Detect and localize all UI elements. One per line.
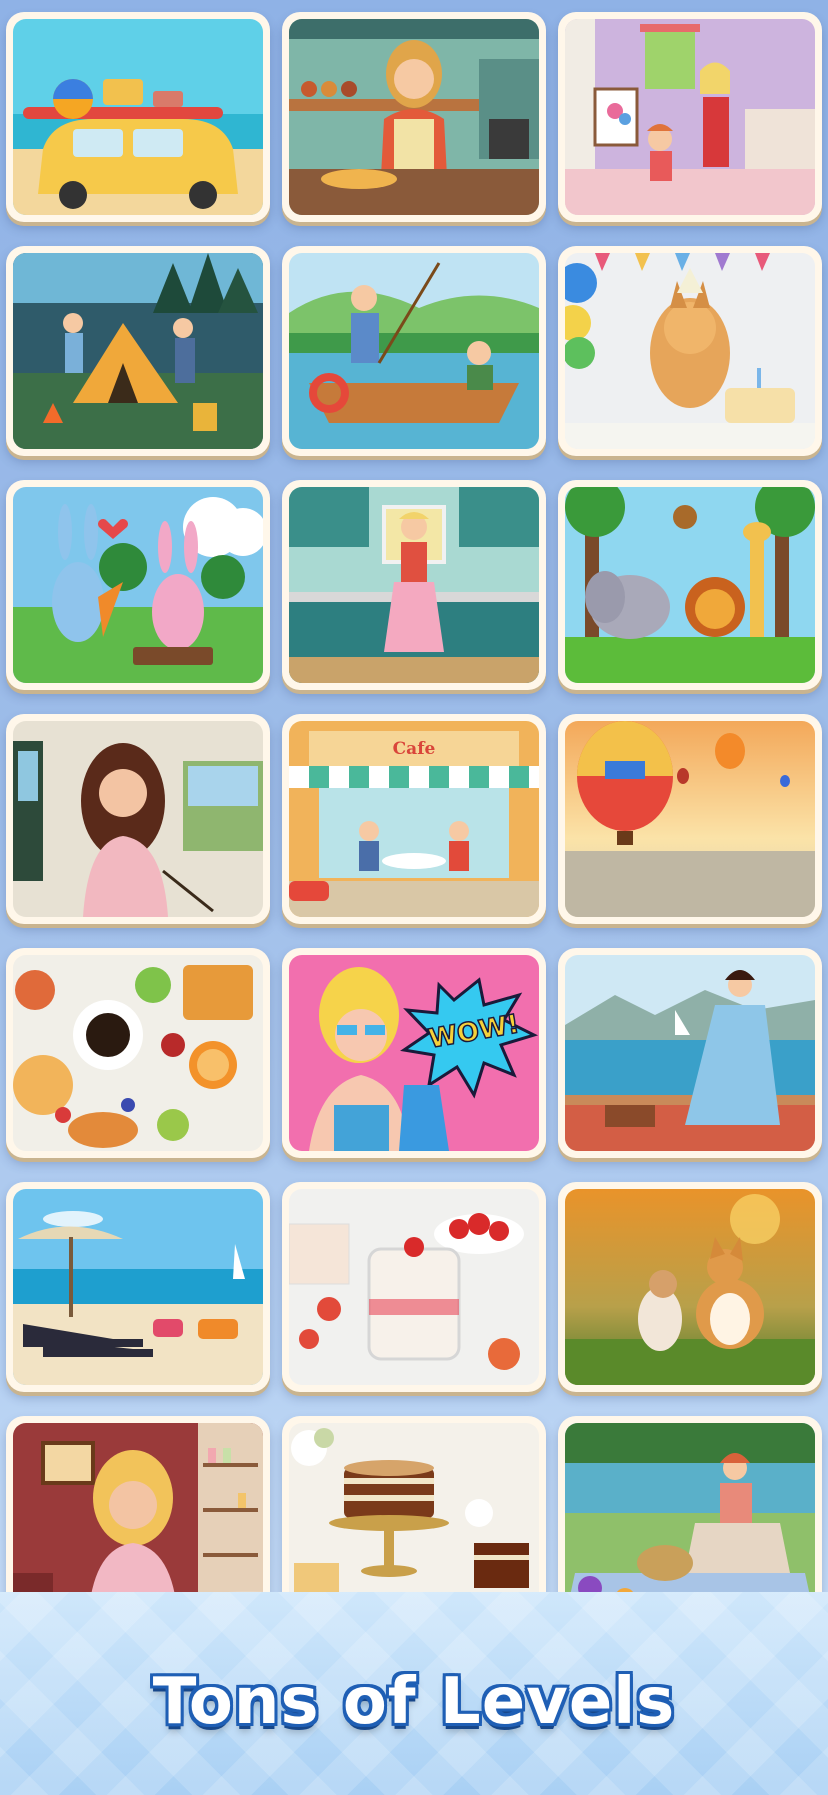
level-tile-pop-art-wow[interactable]: WOW! <box>282 948 546 1158</box>
level-artwork <box>13 955 263 1151</box>
level-artwork <box>565 955 815 1151</box>
level-tile-jungle-animals[interactable] <box>558 480 822 690</box>
level-artwork <box>13 487 263 683</box>
level-tile-cat-and-corgi[interactable] <box>558 1182 822 1392</box>
footer-title: Tons of Levels <box>152 1665 676 1739</box>
level-grid: Cafe WOW! <box>6 12 822 1626</box>
level-artwork <box>565 253 815 449</box>
level-artwork: Cafe <box>289 721 539 917</box>
level-artwork <box>289 19 539 215</box>
level-tile-beach-car[interactable] <box>6 12 270 222</box>
level-tile-strawberry-dessert[interactable] <box>282 1182 546 1392</box>
level-tile-birthday-dog[interactable] <box>558 246 822 456</box>
level-artwork <box>289 253 539 449</box>
level-artwork <box>13 19 263 215</box>
level-artwork <box>565 1189 815 1385</box>
level-tile-kitchen-woman[interactable] <box>282 12 546 222</box>
level-tile-lakeside-picnic[interactable] <box>558 948 822 1158</box>
level-tile-street-cafe[interactable]: Cafe <box>282 714 546 924</box>
level-tile-bunnies-carrot[interactable] <box>6 480 270 690</box>
level-artwork <box>13 721 263 917</box>
level-artwork <box>565 19 815 215</box>
level-artwork <box>13 1189 263 1385</box>
level-tile-breakfast-table[interactable] <box>6 948 270 1158</box>
level-tile-kids-painting[interactable] <box>558 12 822 222</box>
level-tile-hot-air-balloons[interactable] <box>558 714 822 924</box>
level-artwork <box>565 721 815 917</box>
level-tile-fishing-boat[interactable] <box>282 246 546 456</box>
level-tile-retro-kitchen[interactable] <box>282 480 546 690</box>
level-tile-woman-painter[interactable] <box>6 714 270 924</box>
level-tile-beach-loungers[interactable] <box>6 1182 270 1392</box>
level-artwork <box>13 253 263 449</box>
level-artwork <box>289 1189 539 1385</box>
level-artwork <box>289 487 539 683</box>
level-artwork <box>565 487 815 683</box>
level-artwork: WOW! <box>289 955 539 1151</box>
cafe-sign-text: Cafe <box>392 739 436 759</box>
level-tile-family-camping[interactable] <box>6 246 270 456</box>
